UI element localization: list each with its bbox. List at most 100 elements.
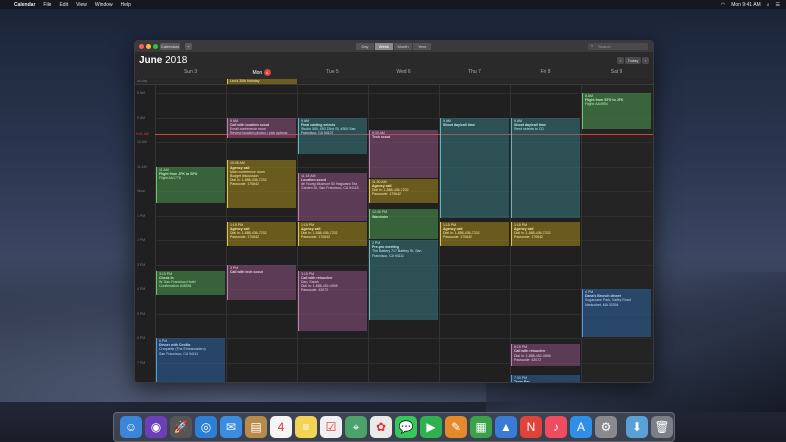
launchpad-icon[interactable]: 🚀 bbox=[170, 416, 192, 438]
calendar-event[interactable]: 1:15 PM Agency call Dial in: 1-888-436-723… bbox=[227, 221, 296, 246]
calendar-event[interactable]: 9 AM Final casting selects Studio 300, 450… bbox=[298, 117, 367, 154]
news-icon[interactable]: N bbox=[520, 416, 542, 438]
add-event-button[interactable]: + bbox=[185, 43, 192, 50]
today-badge: 4 bbox=[263, 69, 271, 76]
calendar-event[interactable]: 3:15 PM Call with retoucher Dan, Sarah Dial… bbox=[298, 270, 367, 331]
day-header[interactable]: Sat 9 bbox=[581, 69, 652, 75]
safari-icon[interactable]: ◎ bbox=[195, 416, 217, 438]
trash-icon[interactable]: 🗑 bbox=[651, 416, 673, 438]
calendar-event[interactable]: 12:45 PM Wardrobe bbox=[369, 209, 438, 240]
clock[interactable]: Mon 9:41 AM bbox=[731, 2, 760, 8]
maps-icon[interactable]: ⌖ bbox=[345, 416, 367, 438]
menu-edit[interactable]: Edit bbox=[59, 2, 68, 8]
calendar-event[interactable]: 1:15 PM Agency call Dial in: 1-888-436-723… bbox=[298, 221, 367, 246]
next-week-button[interactable]: › bbox=[642, 57, 649, 64]
keynote-icon[interactable]: ▲ bbox=[495, 416, 517, 438]
calendar-event[interactable]: 9 AM Shoot day/call time bbox=[440, 117, 509, 218]
week-grid[interactable]: 8 AM 9 AM 10 AM 11 AM Noon 1 PM 2 PM 3 PM 4 PM 5 … bbox=[135, 85, 653, 382]
day-header-label: Tue 5 bbox=[326, 69, 339, 75]
mail-icon[interactable]: ✉ bbox=[220, 416, 242, 438]
music-icon[interactable]: ♪ bbox=[545, 416, 567, 438]
calendar-event[interactable]: 9:30 AM Tech scout bbox=[369, 129, 438, 178]
menu-help[interactable]: Help bbox=[121, 2, 131, 8]
menu-view[interactable]: View bbox=[76, 2, 87, 8]
calendar-event[interactable]: 6 PM Dinner with Cecilia Croquette (The Em… bbox=[156, 338, 225, 382]
menu-window[interactable]: Window bbox=[95, 2, 113, 8]
calendar-event[interactable]: 9 AM Call with location scout Email confer… bbox=[227, 117, 296, 138]
event-detail: Passcode: 170642 bbox=[514, 235, 543, 240]
messages-icon[interactable]: 💬 bbox=[395, 416, 417, 438]
calendar-event[interactable]: 3:15 PM Check in W. San Francisco Hotel Con… bbox=[156, 270, 225, 295]
contacts-icon[interactable]: ▤ bbox=[245, 416, 267, 438]
search-icon: ⌕ bbox=[591, 43, 594, 48]
calendar-event[interactable]: 9 AM Shoot day/call time Send selects to C… bbox=[511, 117, 580, 218]
tab-month[interactable]: Month bbox=[394, 43, 412, 50]
calendar-event[interactable]: 11:30 AM Agency call Dial in: 1-888-436-72… bbox=[369, 178, 438, 203]
day-header-label: Thu 7 bbox=[468, 69, 481, 75]
hour-label: 10 AM bbox=[137, 140, 147, 144]
control-center-icon[interactable]: ☰ bbox=[776, 2, 780, 8]
event-detail: Passcode: 43072 bbox=[514, 357, 542, 362]
close-button[interactable] bbox=[139, 44, 144, 49]
photos-icon[interactable]: ✿ bbox=[370, 416, 392, 438]
day-header-label: Sat 9 bbox=[610, 69, 623, 75]
day-header-label: Fri 8 bbox=[540, 69, 551, 75]
day-header[interactable]: Tue 5 bbox=[297, 69, 368, 75]
minimize-button[interactable] bbox=[146, 44, 151, 49]
calendar-event[interactable]: 1:15 PM Agency call Dial in: 1-888-436-723… bbox=[440, 221, 509, 246]
calendar-event[interactable]: 2 PM Pre-pro meeting The Battery 717 Batte… bbox=[369, 240, 438, 320]
downloads-icon[interactable]: ⬇ bbox=[626, 416, 648, 438]
tab-day[interactable]: Day bbox=[356, 43, 374, 50]
day-header[interactable]: Mon 4 bbox=[226, 69, 297, 76]
zoom-button[interactable] bbox=[153, 44, 158, 49]
calendar-event[interactable]: 3 PM Call with tech scout bbox=[227, 264, 296, 300]
tab-year[interactable]: Year bbox=[413, 43, 431, 50]
system-preferences-icon[interactable]: ⚙ bbox=[595, 416, 617, 438]
event-detail: Nantucket, MA 02554 bbox=[585, 302, 619, 307]
day-header[interactable]: Fri 8 bbox=[510, 69, 581, 75]
spotlight-icon[interactable]: ⌕ bbox=[767, 2, 770, 8]
search-input[interactable]: Search bbox=[588, 43, 648, 50]
event-detail: Passcode: 43072 bbox=[301, 288, 329, 293]
today-button[interactable]: Today bbox=[625, 57, 641, 64]
siri-icon[interactable]: ◉ bbox=[145, 416, 167, 438]
hour-label: 11 AM bbox=[137, 164, 147, 169]
notes-icon[interactable]: ≡ bbox=[295, 416, 317, 438]
all-day-event[interactable]: Leo's 30th birthday bbox=[227, 79, 297, 84]
day-header[interactable]: Wed 6 bbox=[368, 69, 439, 75]
app-store-icon[interactable]: A bbox=[570, 416, 592, 438]
hour-label: 7 PM bbox=[137, 360, 146, 365]
calendar-event[interactable]: 1:15 PM Agency call Dial in: 1-888-436-723… bbox=[511, 221, 580, 246]
pages-icon[interactable]: ✎ bbox=[445, 416, 467, 438]
calendar-event[interactable]: 10:45 AM Agency call Main conference room B… bbox=[227, 160, 296, 209]
calendars-button[interactable]: Calendars bbox=[160, 43, 180, 50]
hour-line bbox=[155, 338, 653, 339]
reminders-icon[interactable]: ☑ bbox=[320, 416, 342, 438]
all-day-event-title: Leo's 30th birthday bbox=[230, 79, 260, 83]
event-detail: The Battery 717 Battery St, San Francisc… bbox=[372, 249, 422, 258]
menu-app-name[interactable]: Calendar bbox=[14, 2, 35, 8]
event-detail: Passcode: 170642 bbox=[372, 192, 401, 197]
event-detail: Passcode: 170642 bbox=[230, 235, 259, 240]
hour-label: 3 PM bbox=[137, 262, 146, 267]
calendar-icon[interactable]: 4 bbox=[270, 416, 292, 438]
facetime-icon[interactable]: ▶ bbox=[420, 416, 442, 438]
tab-week[interactable]: Week bbox=[375, 43, 393, 50]
view-switcher: Day Week Month Year bbox=[356, 43, 432, 50]
previous-week-button[interactable]: ‹ bbox=[617, 57, 624, 64]
year-label: 2018 bbox=[165, 55, 188, 66]
menu-file[interactable]: File bbox=[43, 2, 51, 8]
calendar-event[interactable]: 6:15 PM Call with retoucher Dial in: 1-888… bbox=[511, 344, 580, 367]
calendar-event[interactable]: 7:30 PM Team Bar bbox=[511, 374, 580, 382]
hour-label: 9 AM bbox=[137, 115, 145, 120]
calendar-event[interactable]: 11 AM Flight from JFK to SFO Flight AA1776 bbox=[156, 166, 225, 203]
calendar-event[interactable]: 11:15 AM Location scout de Young Museum 50… bbox=[298, 172, 367, 221]
day-header[interactable]: Sun 3 bbox=[155, 69, 226, 75]
calendar-event[interactable]: 4 PM Dana's Brunch dinner Sugarcane Park, … bbox=[582, 289, 651, 337]
calendar-event[interactable]: 8 AM Flight from SFO to JFK Flight: AA4954 bbox=[582, 93, 651, 129]
finder-icon[interactable]: ☺ bbox=[120, 416, 142, 438]
day-header[interactable]: Thu 7 bbox=[439, 69, 510, 75]
event-title: Call with tech scout bbox=[230, 269, 263, 274]
numbers-icon[interactable]: ▦ bbox=[470, 416, 492, 438]
wifi-icon[interactable]: ◠ bbox=[721, 2, 725, 8]
